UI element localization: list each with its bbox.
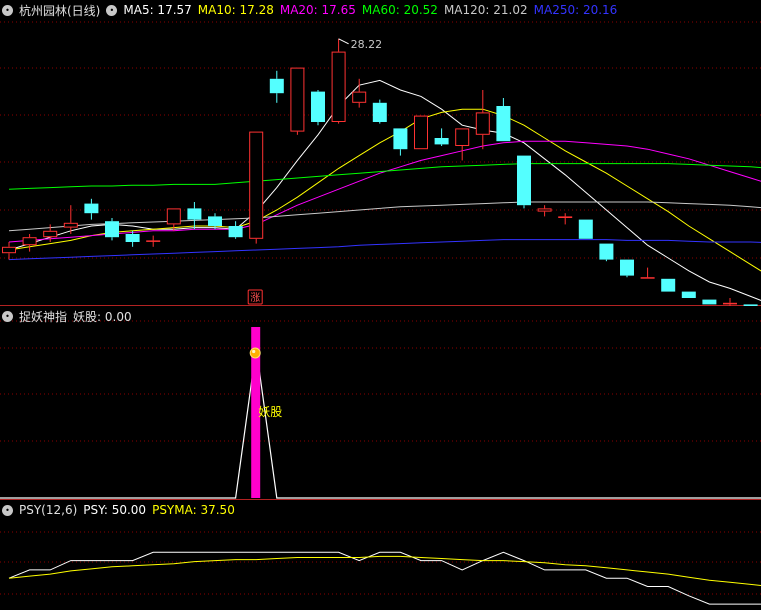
main-legend: • 杭州园林(日线) • MA5: 17.57 MA10: 17.28 MA20…: [2, 2, 617, 18]
ma250-label: MA250: 20.16: [533, 3, 618, 17]
main-chart-panel[interactable]: 28.22 涨 • 杭州园林(日线) • MA5: 17.57 MA10: 17.…: [0, 0, 761, 306]
candle-body: [640, 277, 655, 279]
candle-body: [414, 115, 428, 150]
ma120-label: MA120: 21.02: [443, 3, 528, 17]
psy-settings-icon[interactable]: •: [2, 504, 13, 516]
signal-chart-svg[interactable]: 妖股: [0, 306, 761, 500]
chart-settings-icon[interactable]: •: [2, 4, 13, 16]
candle-body: [393, 128, 408, 150]
signal-legend: • 捉妖神指 妖股: 0.00: [2, 308, 132, 324]
candle-body: [43, 230, 58, 238]
candle-body: [84, 203, 99, 214]
candle-body: [2, 246, 16, 254]
candle-body: [125, 234, 140, 242]
psyma-value-label: PSYMA: 37.50: [152, 503, 235, 517]
ma-line-ma120: [8, 201, 761, 232]
candle-body: [63, 222, 78, 228]
candle-body: [249, 131, 264, 239]
main-chart-svg[interactable]: 28.22 涨: [0, 0, 761, 306]
candle-body: [331, 51, 346, 122]
psy-title: PSY(12,6): [19, 503, 78, 517]
stock-title: 杭州园林(日线): [19, 3, 101, 18]
ma-settings-icon[interactable]: •: [106, 4, 118, 16]
high-pointer: [338, 38, 349, 45]
candle-body: [22, 237, 37, 246]
zhang-badge-label: 涨: [250, 292, 260, 304]
candle-body: [105, 221, 119, 238]
signal-settings-icon[interactable]: •: [2, 310, 13, 322]
ma-line-ma10: [8, 108, 761, 272]
candle-body: [620, 259, 634, 276]
candle-body: [599, 243, 614, 260]
signal-ball-marker: [249, 347, 261, 359]
candle-body: [372, 102, 387, 122]
candle-body: [269, 78, 284, 94]
psy-panel[interactable]: • PSY(12,6) PSY: 50.00 PSYMA: 37.50: [0, 500, 761, 610]
high-price-label: 28.22: [351, 38, 383, 51]
signal-panel[interactable]: 妖股 • 捉妖神指 妖股: 0.00: [0, 306, 761, 500]
candle-body: [455, 128, 470, 146]
candle-body: [208, 216, 222, 226]
psy-line: [8, 551, 761, 605]
signal-title: 捉妖神指: [19, 309, 68, 324]
candle-body: [661, 278, 676, 292]
ma-line-ma20: [8, 140, 761, 243]
ma10-label: MA10: 17.28: [197, 3, 274, 17]
ma20-label: MA20: 17.65: [279, 3, 356, 17]
ma-line-ma60: [8, 163, 761, 190]
psy-legend: • PSY(12,6) PSY: 50.00 PSYMA: 37.50: [2, 502, 235, 518]
candle-body: [146, 240, 161, 242]
candle-body: [517, 155, 531, 206]
signal-value-label: 妖股: 0.00: [73, 309, 132, 324]
candle-body: [475, 112, 490, 135]
candle-body: [558, 216, 573, 218]
signal-ball-highlight: [252, 349, 256, 354]
ma60-label: MA60: 20.52: [361, 3, 438, 17]
candle-body: [352, 91, 367, 103]
candle-body: [187, 208, 202, 220]
candle-body: [496, 106, 511, 142]
signal-line: [0, 347, 761, 499]
candle-body: [290, 67, 305, 132]
psy-value-label: PSY: 50.00: [83, 503, 147, 517]
ma5-label: MA5: 17.57: [123, 3, 192, 17]
candle-body: [578, 219, 593, 239]
candle-body: [702, 299, 717, 305]
candle-body: [434, 138, 449, 145]
candle-body: [228, 226, 243, 238]
ma-line-ma250: [8, 239, 761, 261]
candle-body: [681, 291, 696, 298]
candle-body: [166, 208, 181, 225]
candle-body: [723, 302, 737, 305]
candle-body: [311, 91, 325, 122]
candle-body: [537, 208, 552, 212]
signal-annotation-label: 妖股: [258, 405, 282, 419]
